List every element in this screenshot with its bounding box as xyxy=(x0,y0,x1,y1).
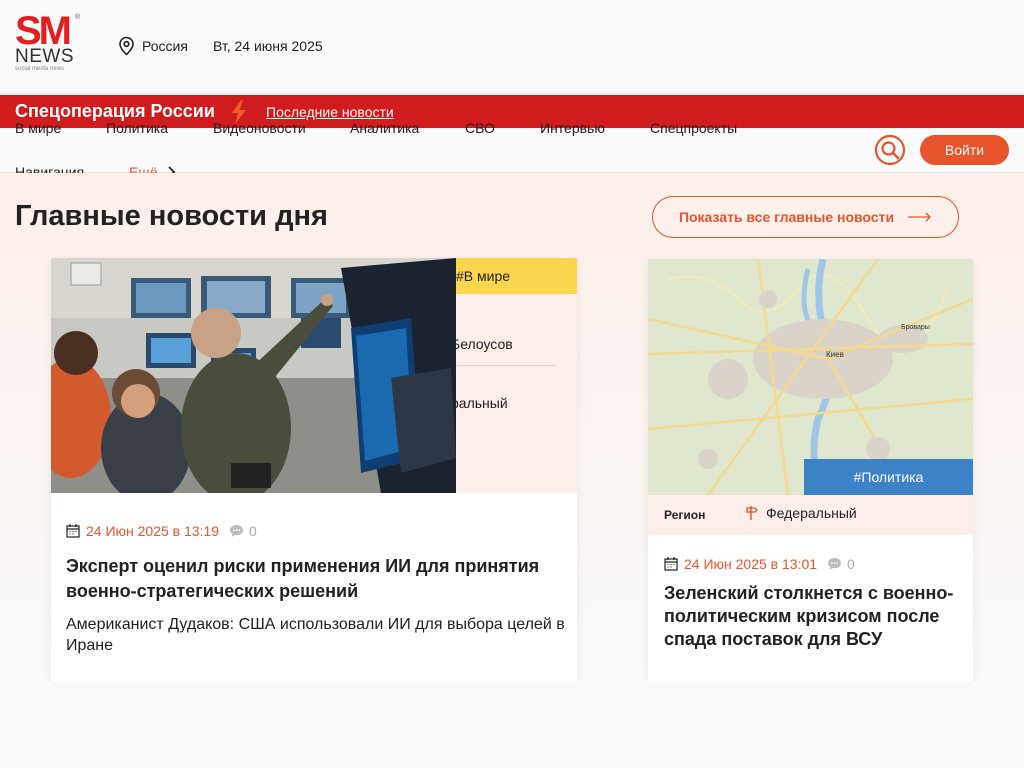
nav-item-interview[interactable]: Интервью xyxy=(540,120,605,136)
show-all-news-label: Показать все главные новости xyxy=(678,209,895,225)
logo-sm-text: SM xyxy=(15,9,72,53)
map-label-brovary: Бровары xyxy=(901,324,930,331)
news-card[interactable]: #В мире Белоусов ральный 24 Июн 2025 в 1… xyxy=(51,258,577,681)
nav-item-svo[interactable]: СВО xyxy=(465,120,495,136)
news-card-date: 24 Июн 2025 в 13:19 xyxy=(86,523,220,539)
show-all-news-button[interactable]: Показать все главные новости xyxy=(652,196,959,238)
signpost-icon xyxy=(746,506,758,520)
news-card-region: Регион Федеральный xyxy=(648,495,973,535)
comments-count[interactable]: 0 xyxy=(827,556,855,572)
login-button[interactable]: Войти xyxy=(920,135,1009,165)
nav-item-analytics[interactable]: Аналитика xyxy=(350,120,419,136)
special-operation-title[interactable]: Спецоперация России xyxy=(15,101,215,122)
news-card-tag[interactable]: #Политика xyxy=(804,459,973,495)
news-card-subtitle[interactable]: Американист Дудаков: США использовали ИИ… xyxy=(66,614,566,656)
search-icon[interactable] xyxy=(874,134,906,166)
comment-icon xyxy=(828,558,842,570)
region-label: Регион xyxy=(664,508,706,522)
comment-icon xyxy=(230,525,244,537)
military-simulator-photo xyxy=(51,258,456,493)
comments-count-value: 0 xyxy=(249,523,257,539)
nav-item-politics[interactable]: Политика xyxy=(106,120,168,136)
region-value[interactable]: Федеральный xyxy=(746,505,857,521)
location-label: Россия xyxy=(142,38,188,54)
site-header: SM NEWS social media news ® Россия Вт, 2… xyxy=(0,0,1024,95)
comments-count[interactable]: 0 xyxy=(229,523,257,539)
logo-registered-mark: ® xyxy=(75,14,81,21)
news-card-title[interactable]: Зеленский столкнется с военно-политическ… xyxy=(664,582,964,651)
news-card-map-image[interactable]: Киев Бровары #Политика xyxy=(648,259,973,495)
current-date: Вт, 24 июня 2025 xyxy=(213,38,323,54)
map-label-kyiv: Киев xyxy=(826,350,844,359)
related-news-item[interactable]: Белоусов xyxy=(456,336,513,352)
calendar-icon xyxy=(66,524,80,538)
arrow-right-icon xyxy=(908,212,931,222)
logo-news-text: NEWS xyxy=(15,46,74,67)
related-news-item[interactable]: ральный xyxy=(456,395,508,411)
news-card-tag[interactable]: #В мире xyxy=(456,258,577,294)
news-card-meta: 24 Июн 2025 в 13:01 0 xyxy=(664,556,855,572)
nav-item-world[interactable]: В мире xyxy=(15,120,61,136)
region-value-text: Федеральный xyxy=(766,505,857,521)
location-pin-icon xyxy=(119,36,134,56)
news-card-side-panel: #В мире Белоусов ральный xyxy=(456,258,577,493)
news-card-date: 24 Июн 2025 в 13:01 xyxy=(684,556,818,572)
divider xyxy=(456,365,557,366)
site-logo[interactable]: SM NEWS social media news ® xyxy=(15,9,81,76)
news-card-image[interactable] xyxy=(51,258,456,493)
news-card[interactable]: Киев Бровары #Политика Регион Федеральны… xyxy=(648,259,973,681)
main-content: Главные новости дня Показать все главные… xyxy=(0,173,1024,681)
logo-tagline: social media news xyxy=(15,66,65,72)
comments-count-value: 0 xyxy=(847,556,855,572)
latest-news-link[interactable]: Последние новости xyxy=(266,104,394,120)
nav-item-special-projects[interactable]: Спецпроекты xyxy=(650,120,737,136)
location-selector[interactable]: Россия xyxy=(117,36,188,56)
news-card-meta: 24 Июн 2025 в 13:19 0 xyxy=(66,523,257,539)
calendar-icon xyxy=(664,557,678,571)
main-navigation: В мире Политика Видеоновости Аналитика С… xyxy=(0,120,1024,180)
news-card-title[interactable]: Эксперт оценил риски применения ИИ для п… xyxy=(66,554,566,604)
nav-item-video[interactable]: Видеоновости xyxy=(213,120,306,136)
page-title: Главные новости дня xyxy=(15,200,328,232)
